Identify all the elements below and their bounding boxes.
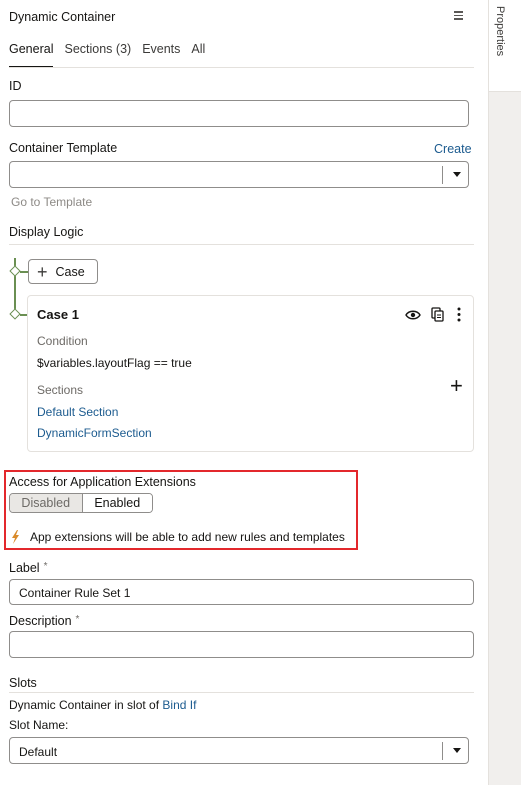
label-input-value: Container Rule Set 1 [19, 586, 131, 600]
access-option-disabled[interactable]: Disabled [10, 494, 83, 512]
tab-general[interactable]: General [9, 42, 54, 68]
properties-panel: Dynamic Container General Sections (3) E… [0, 0, 488, 785]
description-field-label: Description * [9, 614, 79, 628]
case-diamond-icon [9, 308, 21, 320]
properties-side-tab-label: Properties [494, 6, 506, 57]
chevron-down-icon[interactable] [453, 172, 461, 177]
access-label: Access for Application Extensions [9, 475, 196, 489]
add-section-plus-icon[interactable]: + [450, 375, 463, 397]
slots-label: Slots [9, 676, 37, 690]
plus-icon: + [37, 261, 48, 282]
slot-select-separator [442, 742, 443, 760]
add-case-button[interactable]: + Case [28, 259, 98, 284]
slot-name-select[interactable]: Default [9, 737, 469, 764]
bind-if-link[interactable]: Bind If [162, 698, 196, 712]
access-hint: App extensions will be able to add new r… [30, 530, 345, 544]
required-marker-description: * [75, 614, 80, 625]
required-marker: * [43, 561, 48, 572]
access-option-enabled[interactable]: Enabled [82, 494, 152, 512]
hamburger-menu-icon[interactable] [452, 9, 466, 23]
add-case-label: Case [55, 264, 85, 279]
condition-value: $variables.layoutFlag == true [37, 356, 192, 370]
description-field-text: Description [9, 614, 72, 628]
display-logic-divider [9, 244, 474, 245]
slots-divider [9, 692, 474, 693]
slot-name-value: Default [19, 745, 58, 759]
slot-name-label: Slot Name: [9, 718, 69, 732]
tab-events[interactable]: Events [142, 42, 180, 68]
tab-bar: General Sections (3) Events All [9, 42, 216, 68]
sections-label: Sections [37, 383, 84, 397]
slot-parent-text: Dynamic Container in slot of Bind If [9, 698, 196, 712]
access-toggle[interactable]: Disabled Enabled [9, 493, 153, 513]
condition-label: Condition [37, 334, 88, 348]
section-link-dynamic-form[interactable]: DynamicFormSection [37, 426, 152, 440]
id-label: ID [9, 79, 22, 93]
case-title: Case 1 [37, 307, 79, 322]
container-template-select[interactable] [9, 161, 469, 188]
panel-title: Dynamic Container [9, 10, 116, 24]
tabs-divider [9, 67, 474, 68]
more-options-icon[interactable] [456, 307, 462, 322]
duplicate-icon[interactable] [431, 307, 444, 322]
properties-side-tab[interactable]: Properties [489, 0, 521, 92]
case-card: Case 1 Condition $variables.layoutFlag =… [27, 295, 474, 452]
side-tab-strip: Properties [488, 0, 521, 785]
container-template-label: Container Template [9, 141, 118, 155]
lightning-bolt-icon [12, 530, 19, 544]
id-input[interactable] [9, 100, 469, 127]
section-link-default[interactable]: Default Section [37, 405, 118, 419]
tab-sections[interactable]: Sections (3) [64, 42, 131, 68]
display-logic-label: Display Logic [9, 225, 84, 239]
eye-icon[interactable] [405, 308, 421, 322]
description-input[interactable] [9, 631, 474, 658]
tab-all[interactable]: All [191, 42, 205, 68]
connector-branch [20, 271, 28, 273]
label-input[interactable]: Container Rule Set 1 [9, 579, 474, 605]
add-case-diamond-icon [9, 265, 21, 277]
slot-parent-label: Dynamic Container in slot of [9, 698, 160, 712]
go-to-template-link[interactable]: Go to Template [11, 195, 92, 209]
slot-chevron-down-icon[interactable] [453, 748, 461, 753]
label-field-text: Label [9, 561, 40, 575]
label-field-label: Label * [9, 561, 48, 575]
create-template-link[interactable]: Create [434, 142, 472, 156]
select-separator [442, 166, 443, 184]
